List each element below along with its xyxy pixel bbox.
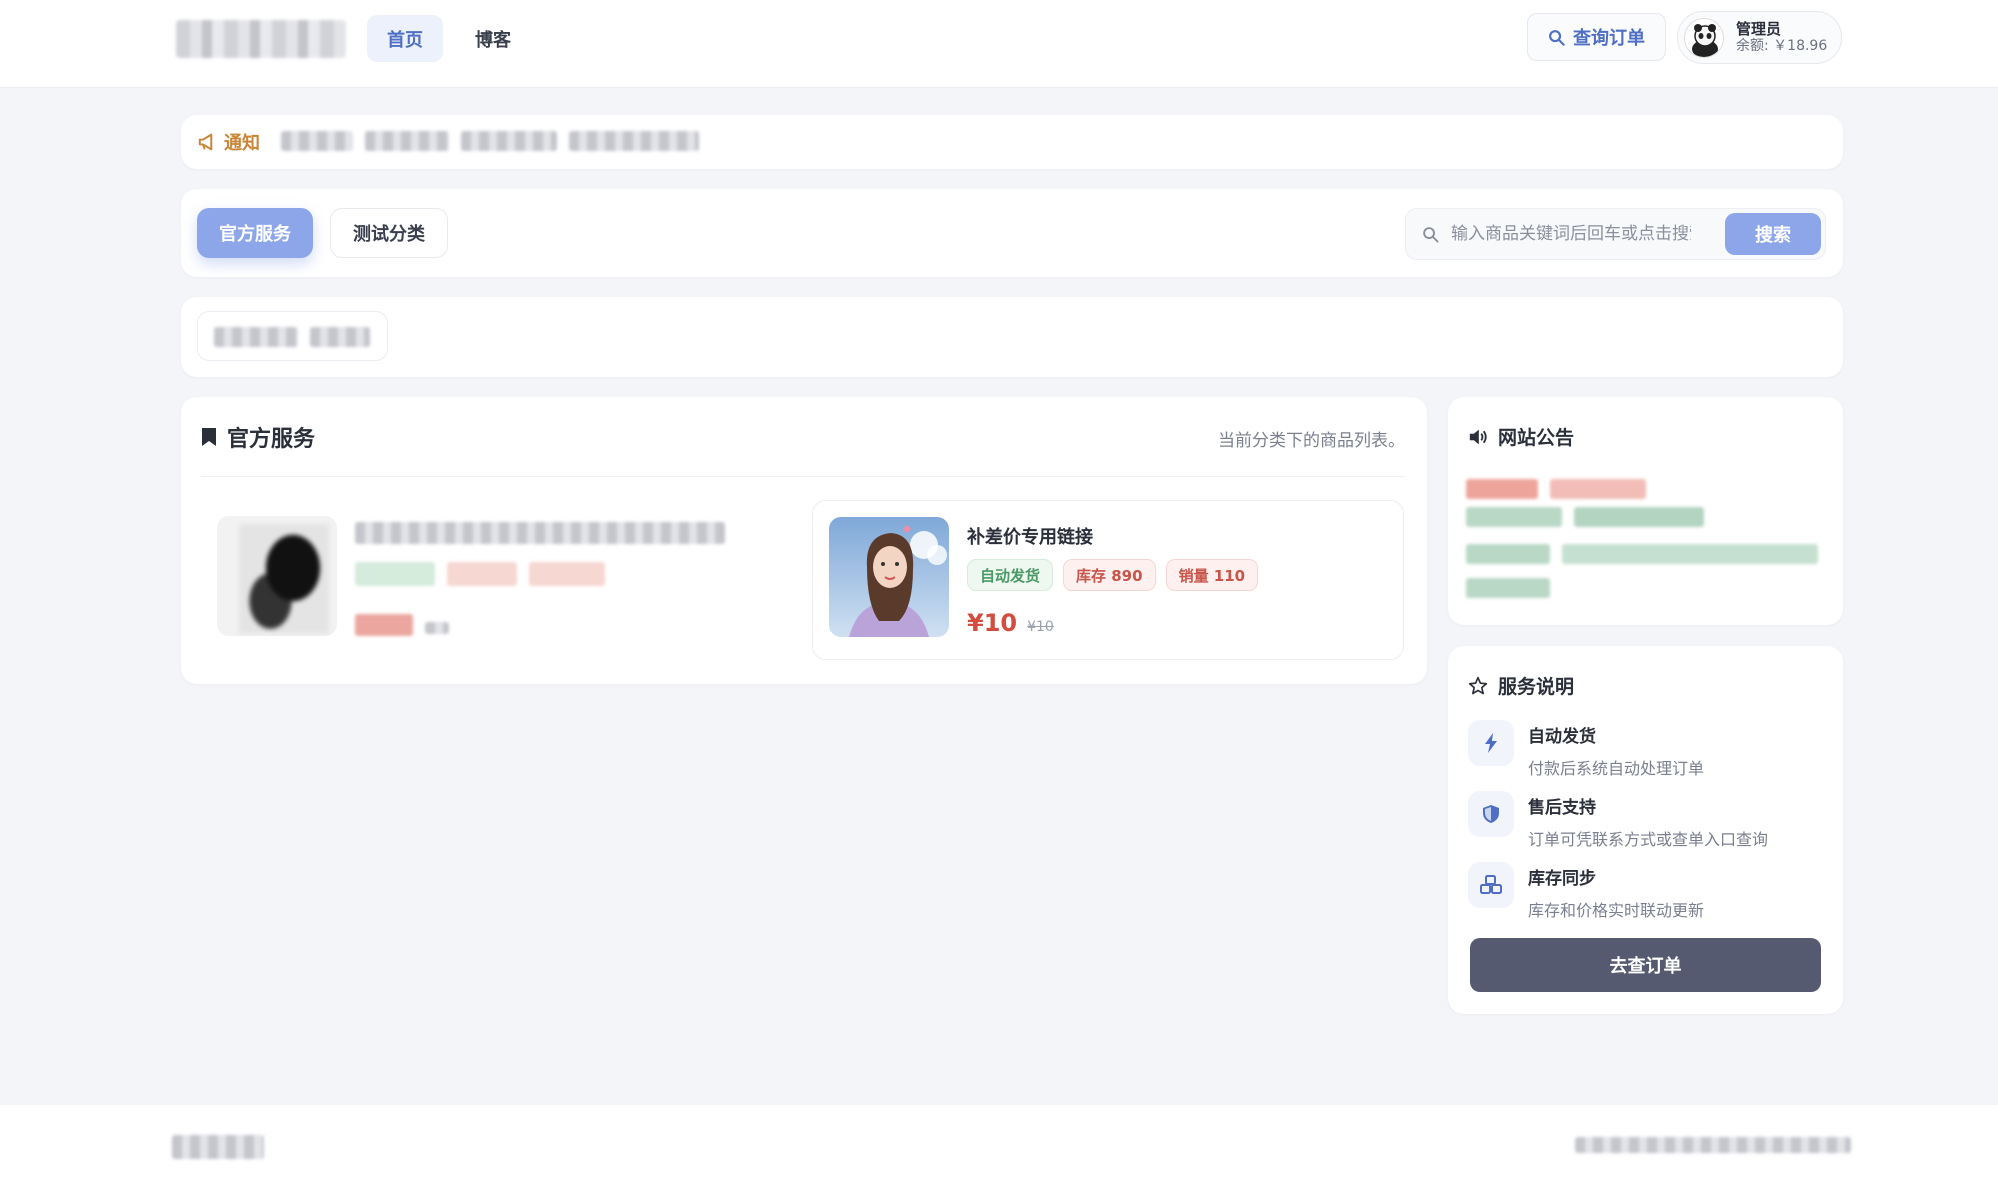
panel-hint: 当前分类下的商品列表。 bbox=[1218, 431, 1405, 451]
shield-icon bbox=[1468, 791, 1514, 837]
feature-stock-sync: 库存同步 库存和价格实时联动更新 bbox=[1468, 862, 1704, 921]
footer-left-blurred bbox=[172, 1135, 264, 1159]
blurred-price bbox=[355, 614, 449, 636]
announcement-title: 网站公告 bbox=[1468, 423, 1574, 450]
announcement-card: 网站公告 bbox=[1448, 397, 1843, 625]
user-balance: 余额: ￥18.96 bbox=[1736, 38, 1828, 55]
price-current: ¥10 bbox=[967, 609, 1018, 637]
nav-home[interactable]: 首页 bbox=[367, 15, 443, 62]
product-card[interactable]: 补差价专用链接 自动发货 库存 890 销量 110 ¥10 ¥10 bbox=[812, 500, 1404, 660]
user-menu[interactable]: 管理员 余额: ￥18.96 bbox=[1677, 11, 1842, 64]
search-input[interactable] bbox=[1451, 224, 1691, 244]
cubes-icon bbox=[1468, 862, 1514, 908]
footer bbox=[0, 1105, 1998, 1185]
category-bar: 官方服务 测试分类 搜索 bbox=[181, 189, 1843, 277]
notice-label: 通知 bbox=[198, 129, 260, 155]
subcategory-bar bbox=[181, 297, 1843, 377]
feature-auto-delivery: 自动发货 付款后系统自动处理订单 bbox=[1468, 720, 1704, 779]
search-box: 搜索 bbox=[1405, 208, 1826, 260]
user-name: 管理员 bbox=[1736, 19, 1782, 38]
avatar bbox=[1684, 17, 1724, 58]
product-title: 补差价专用链接 bbox=[967, 527, 1093, 548]
go-query-order-button[interactable]: 去查订单 bbox=[1470, 938, 1821, 992]
panel-title: 官方服务 bbox=[201, 421, 315, 453]
notice-bar: 通知 bbox=[181, 115, 1843, 169]
blurred-tags bbox=[355, 562, 605, 586]
price-original: ¥10 bbox=[1027, 619, 1054, 635]
tag-sales: 销量 110 bbox=[1165, 559, 1259, 591]
category-tab-official[interactable]: 官方服务 bbox=[197, 208, 313, 258]
query-order-label: 查询订单 bbox=[1573, 28, 1645, 49]
product-card-blurred[interactable] bbox=[201, 500, 793, 660]
product-thumbnail bbox=[217, 516, 337, 636]
service-card: 服务说明 自动发货 付款后系统自动处理订单 售后支持 订单可凭联系方式或查单入口… bbox=[1448, 646, 1843, 1014]
category-tab-test[interactable]: 测试分类 bbox=[330, 208, 448, 258]
product-tags: 自动发货 库存 890 销量 110 bbox=[967, 559, 1259, 591]
subcategory-chip[interactable] bbox=[197, 311, 388, 361]
blurred-title bbox=[355, 522, 725, 544]
speaker-icon bbox=[1469, 429, 1487, 444]
megaphone-icon bbox=[198, 133, 213, 151]
search-button[interactable]: 搜索 bbox=[1725, 213, 1821, 255]
nav-blog[interactable]: 博客 bbox=[455, 15, 531, 62]
service-title: 服务说明 bbox=[1468, 672, 1574, 699]
product-price: ¥10 ¥10 bbox=[967, 609, 1054, 637]
tag-stock: 库存 890 bbox=[1063, 559, 1156, 591]
main-nav: 首页 博客 bbox=[367, 15, 531, 62]
product-panel: 官方服务 当前分类下的商品列表。 补差价专用链接 自动发货 库存 890 销量 … bbox=[181, 397, 1427, 684]
tag-auto-delivery: 自动发货 bbox=[967, 559, 1054, 591]
search-icon bbox=[1423, 226, 1439, 243]
star-icon bbox=[1468, 676, 1488, 694]
top-header: 首页 博客 查询订单 管理员 余额: ￥18.96 bbox=[0, 0, 1998, 87]
product-thumbnail bbox=[829, 517, 949, 637]
search-icon bbox=[1549, 29, 1565, 46]
query-order-button[interactable]: 查询订单 bbox=[1527, 13, 1666, 61]
footer-right-blurred bbox=[1575, 1137, 1851, 1153]
divider bbox=[201, 476, 1405, 477]
feature-after-sales: 售后支持 订单可凭联系方式或查单入口查询 bbox=[1468, 791, 1768, 850]
notice-text-blurred bbox=[281, 131, 699, 151]
bolt-icon bbox=[1468, 720, 1514, 766]
site-logo[interactable] bbox=[176, 20, 346, 58]
bookmark-icon bbox=[202, 428, 216, 446]
